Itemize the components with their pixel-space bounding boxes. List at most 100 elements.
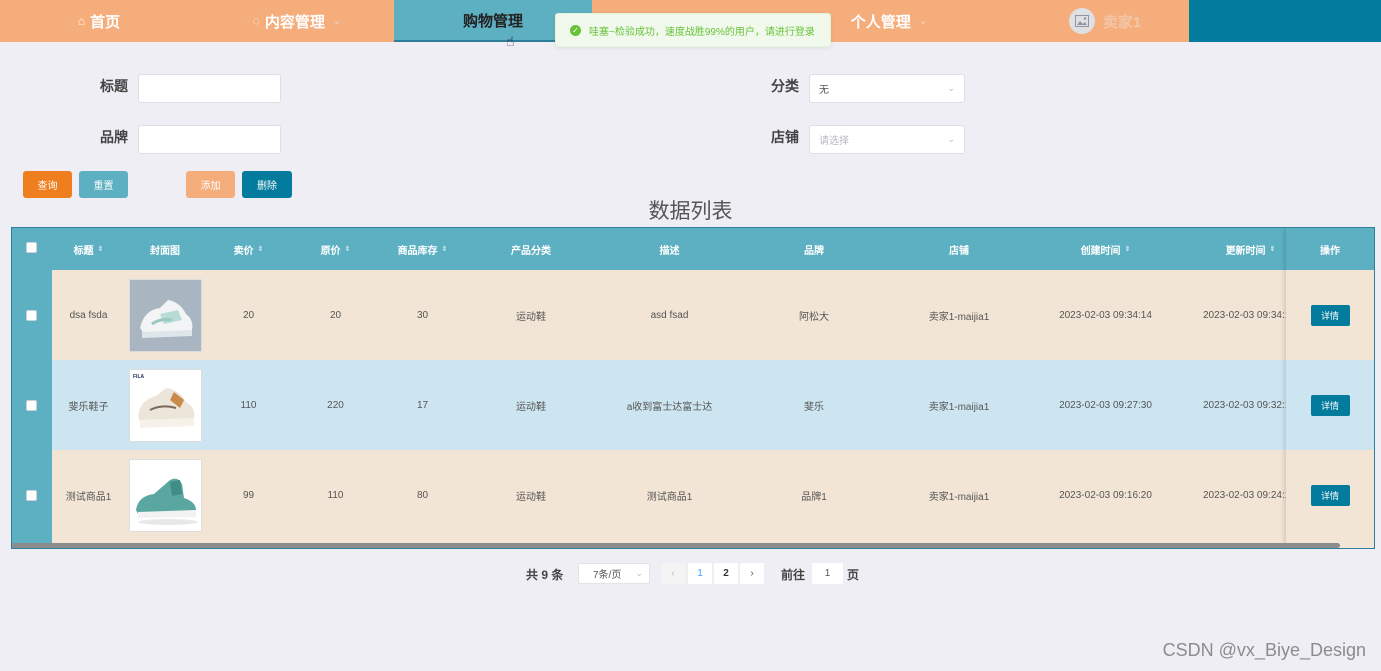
select-all-checkbox[interactable]: [26, 242, 37, 253]
pager-total: 共 9 条: [526, 567, 564, 582]
detail-button[interactable]: 详情: [1310, 394, 1350, 416]
page-suffix: 页: [847, 567, 860, 582]
cell-orig-price: 20: [329, 309, 342, 321]
cell-orig-price: 220: [327, 399, 344, 411]
success-toast: ✓ 哇塞~检验成功，速度战胜99%的用户，请进行登录: [555, 13, 831, 47]
home-icon: ⌂: [77, 14, 86, 28]
add-button[interactable]: 添加: [186, 171, 235, 198]
cell-price: 20: [242, 309, 255, 321]
cell-updated: 2023-02-03 09:32:15: [1203, 399, 1286, 411]
sort-icon: ⇕: [97, 246, 104, 253]
col-orig-price[interactable]: 原价 ⇕: [292, 228, 379, 270]
title-input[interactable]: [138, 74, 281, 103]
chevron-down-icon: ⌄: [947, 134, 955, 144]
row-checkbox[interactable]: [26, 310, 37, 321]
cell-updated: 2023-02-03 09:34:14: [1203, 309, 1286, 321]
nav-user[interactable]: 卖家1: [1010, 0, 1200, 42]
col-category: 产品分类: [511, 245, 551, 257]
table-header: 标题 ⇕ 封面图 卖价 ⇕ 原价 ⇕ 商品库存 ⇕ 产品分类 描述 品牌 店铺 创建时间…: [12, 228, 1374, 270]
title-label: 标题: [100, 78, 128, 94]
cell-cover: [125, 450, 205, 540]
shoe-image-1: [128, 278, 202, 352]
nav-right-block: [1189, 0, 1381, 42]
operation-column: 操作 详情 详情 详情: [1286, 228, 1374, 548]
nav-content-label: 内容管理: [264, 13, 325, 31]
table-row: 斐乐鞋子 FILA 110 220 17 运动鞋 a收到富士达富士达 斐乐 卖家…: [12, 360, 1374, 450]
col-cover: 封面图: [150, 245, 180, 257]
cell-orig-price: 110: [327, 489, 344, 501]
cell-shop: 卖家1-maijia1: [928, 401, 990, 413]
cell-price: 110: [240, 399, 257, 411]
pointer-cursor-icon: ☝: [506, 33, 515, 49]
op-cell: 详情: [1286, 360, 1374, 450]
sort-icon: ⇕: [257, 246, 264, 253]
image-icon: [1074, 15, 1089, 27]
cell-shop: 卖家1-maijia1: [928, 491, 990, 503]
cell-brand: 阿松大: [799, 311, 829, 323]
category-select[interactable]: 无 ⌄: [809, 74, 965, 103]
next-page-button[interactable]: ›: [740, 563, 764, 584]
delete-button[interactable]: 删除: [242, 171, 292, 198]
goto-label: 前往: [781, 567, 806, 582]
cell-desc: asd fsad: [650, 309, 689, 321]
cell-cover: [125, 270, 205, 360]
cell-created: 2023-02-03 09:27:30: [1059, 399, 1152, 411]
cell-stock: 80: [416, 489, 429, 501]
cell-brand: 斐乐: [804, 401, 824, 413]
shop-placeholder: 请选择: [819, 136, 849, 147]
reset-button[interactable]: 重置: [79, 171, 128, 198]
col-shop: 店铺: [949, 245, 969, 257]
shop-label: 店铺: [771, 129, 799, 145]
page-number-1[interactable]: 1: [688, 563, 712, 584]
col-stock[interactable]: 商品库存 ⇕: [379, 228, 466, 270]
col-operation: 操作: [1286, 228, 1374, 270]
cell-category: 运动鞋: [516, 401, 546, 413]
cell-desc: a收到富士达富士达: [626, 401, 713, 413]
op-cell: 详情: [1286, 270, 1374, 360]
shop-select[interactable]: 请选择 ⌄: [809, 125, 965, 154]
nav-personal-label: 个人管理: [850, 13, 911, 31]
shoe-image-2: FILA: [128, 368, 202, 442]
list-title: 数据列表: [648, 200, 733, 223]
brand-input[interactable]: [138, 125, 281, 154]
data-table: 标题 ⇕ 封面图 卖价 ⇕ 原价 ⇕ 商品库存 ⇕ 产品分类 描述 品牌 店铺 创建时间…: [11, 227, 1375, 549]
goto-page-input[interactable]: 1: [812, 563, 843, 584]
col-created[interactable]: 创建时间 ⇕: [1033, 228, 1178, 270]
detail-button[interactable]: 详情: [1310, 484, 1350, 506]
chevron-down-icon: ⌄: [918, 15, 928, 27]
row-checkbox[interactable]: [26, 400, 37, 411]
cell-shop: 卖家1-maijia1: [928, 311, 990, 323]
query-button[interactable]: 查询: [23, 171, 72, 198]
col-title[interactable]: 标题 ⇕: [52, 228, 125, 270]
nav-shopping-label: 购物管理: [462, 12, 523, 30]
avatar: [1068, 8, 1095, 34]
op-cell: 详情: [1286, 450, 1374, 540]
toast-message: 哇塞~检验成功，速度战胜99%的用户，请进行登录: [589, 26, 815, 38]
cell-desc: 测试商品1: [646, 491, 693, 503]
table-row: 测试商品1 99 110 80 运动鞋 测试商品1 品牌1 卖家1-maijia…: [12, 450, 1374, 540]
category-label: 分类: [771, 78, 799, 94]
check-circle-icon: ✓: [570, 24, 581, 36]
prev-page-button[interactable]: ‹: [661, 563, 685, 584]
page-number-2[interactable]: 2: [714, 563, 738, 584]
checkbox-column: [12, 228, 52, 548]
row-checkbox[interactable]: [26, 490, 37, 501]
cell-stock: 30: [416, 309, 429, 321]
cell-title: 斐乐鞋子: [68, 401, 109, 413]
col-price[interactable]: 卖价 ⇕: [205, 228, 292, 270]
detail-button[interactable]: 详情: [1310, 304, 1350, 326]
nav-home[interactable]: ⌂ 首页: [0, 0, 198, 42]
sort-icon: ⇕: [1124, 246, 1131, 253]
nav-content[interactable]: ◌ 内容管理 ⌄: [198, 0, 396, 42]
cell-cover: FILA: [125, 360, 205, 450]
table-row: dsa fsda 20 20 30 运动鞋 asd fsad 阿松大 卖家1-m…: [12, 270, 1374, 360]
page-size-select[interactable]: 7条/页 ⌄: [578, 563, 650, 584]
col-brand: 品牌: [804, 245, 824, 257]
sort-icon: ⇕: [1269, 246, 1276, 253]
horizontal-scrollbar[interactable]: [12, 543, 1340, 548]
page-size-value: 7条/页: [593, 570, 622, 581]
col-desc: 描述: [659, 245, 680, 257]
cell-updated: 2023-02-03 09:24:10: [1203, 489, 1286, 501]
cell-title: dsa fsda: [69, 309, 108, 321]
chevron-down-icon: ⌄: [635, 568, 643, 578]
